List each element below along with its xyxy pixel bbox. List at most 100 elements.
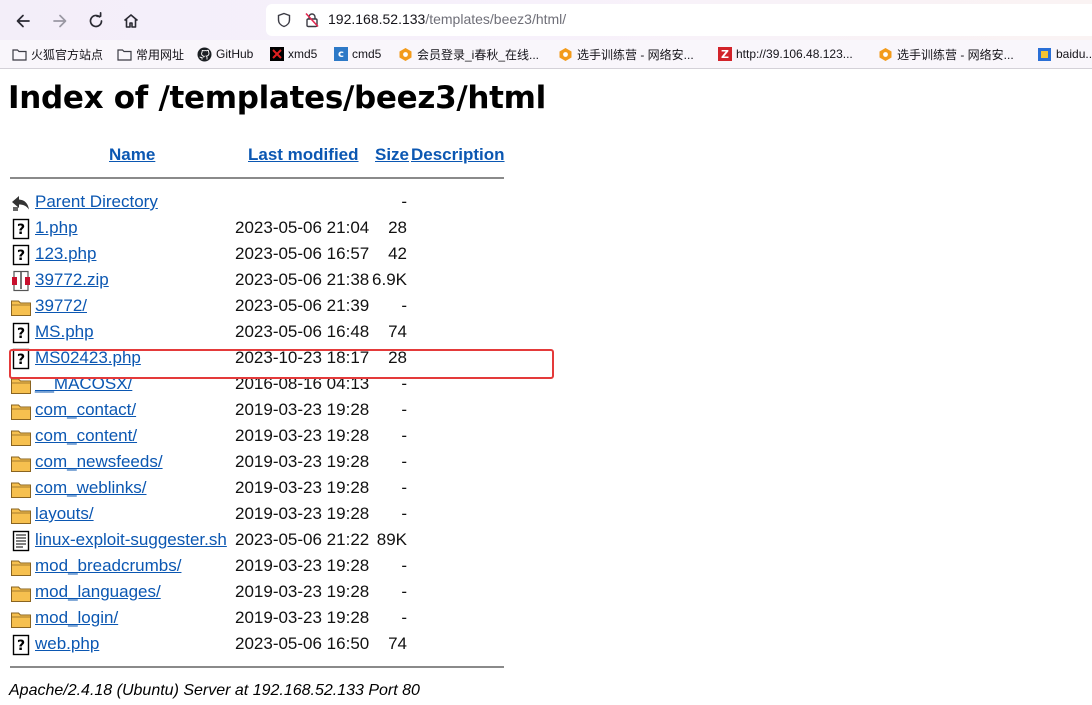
bookmark-item[interactable]: Z http://39.106.48.123... [718, 45, 853, 63]
bookmark-item[interactable]: 选手训练营 - 网络安... [558, 45, 694, 63]
file-link[interactable]: web.php [35, 634, 99, 654]
size-cell: 28 [388, 218, 407, 237]
back-icon [10, 192, 32, 214]
url-text[interactable]: 192.168.52.133/templates/beez3/html/ [328, 11, 566, 27]
file-link[interactable]: mod_breadcrumbs/ [35, 556, 181, 576]
size-cell: 6.9K [372, 270, 407, 289]
folder-icon [10, 400, 32, 422]
file-link[interactable]: 39772/ [35, 296, 87, 316]
bookmark-item[interactable]: baidu... [1037, 45, 1092, 63]
file-link[interactable]: layouts/ [35, 504, 94, 524]
github-icon [197, 47, 212, 62]
size-cell: - [401, 296, 407, 315]
last-modified-cell: 2019-03-23 19:28 [235, 582, 370, 601]
page-title: Index of /templates/beez3/html [8, 80, 546, 116]
file-link[interactable]: 39772.zip [35, 270, 109, 290]
size-cell: 89K [376, 530, 407, 549]
last-modified-cell: 2019-03-23 19:28 [235, 400, 370, 419]
xmd5-icon [270, 47, 284, 61]
bookmark-item[interactable]: 火狐官方站点 [12, 45, 103, 63]
last-modified-cell: 2019-03-23 19:28 [235, 556, 370, 575]
table-row: linux-exploit-suggester.sh 2023-05-06 21:… [10, 528, 510, 552]
size-cell: 42 [388, 244, 407, 263]
unknown-file-icon: ? [10, 218, 32, 240]
bookmark-label: 会员登录_i春秋_在线... [417, 47, 540, 62]
file-link[interactable]: com_newsfeeds/ [35, 452, 163, 472]
url-host: 192.168.52.133 [328, 11, 426, 27]
file-link[interactable]: com_contact/ [35, 400, 136, 420]
shield-icon[interactable] [276, 12, 292, 28]
size-cell: - [401, 192, 407, 211]
svg-text:?: ? [17, 222, 25, 238]
file-link[interactable]: 1.php [35, 218, 78, 238]
sort-by-last-modified-link[interactable]: Last modified [248, 145, 359, 165]
file-link[interactable]: mod_languages/ [35, 582, 161, 602]
size-cell: - [401, 478, 407, 497]
file-link[interactable]: linux-exploit-suggester.sh [35, 530, 227, 550]
size-cell: 74 [388, 634, 407, 653]
bookmark-label: xmd5 [288, 47, 318, 61]
folder-icon [10, 582, 32, 604]
sort-by-size-link[interactable]: Size [375, 145, 409, 165]
last-modified-cell: 2023-05-06 21:38 [235, 270, 370, 289]
bookmark-item[interactable]: GitHub [197, 45, 253, 63]
size-cell: - [401, 504, 407, 523]
arrow-left-icon [16, 14, 30, 28]
folder-icon [10, 452, 32, 474]
unknown-file-icon: ? [10, 322, 32, 344]
size-cell: - [401, 400, 407, 419]
baidu-icon [1037, 47, 1052, 62]
bookmark-item[interactable]: xmd5 [270, 45, 317, 63]
back-button[interactable] [10, 8, 36, 34]
unknown-file-icon: ? [10, 634, 32, 656]
folder-icon [10, 504, 32, 526]
bookmark-label: baidu... [1056, 47, 1092, 61]
table-row: mod_breadcrumbs/2019-03-23 19:28 - [10, 554, 510, 578]
url-bar[interactable]: 192.168.52.133/templates/beez3/html/ [266, 4, 1092, 36]
table-row: ? web.php 2023-05-06 16:50 74 [10, 632, 510, 656]
file-link[interactable]: mod_login/ [35, 608, 118, 628]
table-row: 39772/2023-05-06 21:39 - [10, 294, 510, 318]
size-cell: - [401, 426, 407, 445]
table-row: mod_login/2019-03-23 19:28 - [10, 606, 510, 630]
folder-icon [10, 608, 32, 630]
ichunqiu-icon [878, 47, 893, 62]
file-link[interactable]: Parent Directory [35, 192, 158, 212]
table-row: com_newsfeeds/2019-03-23 19:28 - [10, 450, 510, 474]
home-button[interactable] [118, 8, 144, 34]
bookmark-item[interactable]: 常用网址 [117, 45, 184, 63]
text-file-icon [10, 530, 32, 552]
file-link[interactable]: MS.php [35, 322, 94, 342]
bookmark-label: 选手训练营 - 网络安... [577, 47, 694, 62]
last-modified-cell: 2023-05-06 21:39 [235, 296, 370, 315]
svg-text:?: ? [17, 248, 25, 264]
page-content: Index of /templates/beez3/html Name Last… [0, 70, 1092, 705]
forward-button[interactable] [47, 8, 73, 34]
table-row: ? MS.php 2023-05-06 16:48 74 [10, 320, 510, 344]
reload-button[interactable] [83, 8, 109, 34]
browser-toolbar: 192.168.52.133/templates/beez3/html/ [0, 0, 1092, 40]
folder-icon [10, 478, 32, 500]
folder-icon [117, 47, 132, 62]
server-signature: Apache/2.4.18 (Ubuntu) Server at 192.168… [9, 682, 420, 699]
sort-by-description-link[interactable]: Description [411, 145, 505, 165]
last-modified-cell: 2023-05-06 16:57 [235, 244, 370, 263]
bookmark-item[interactable]: 选手训练营 - 网络安... [878, 45, 1014, 63]
url-path: /templates/beez3/html/ [425, 11, 567, 27]
sort-by-name-link[interactable]: Name [109, 145, 155, 165]
file-link[interactable]: 123.php [35, 244, 96, 264]
last-modified-cell: 2019-03-23 19:28 [235, 504, 370, 523]
bookmark-item[interactable]: 会员登录_i春秋_在线... [398, 45, 539, 63]
last-modified-cell: 2019-03-23 19:28 [235, 478, 370, 497]
file-link[interactable]: com_content/ [35, 426, 137, 446]
bookmark-label: 常用网址 [136, 47, 185, 62]
table-row: ? 1.php 2023-05-06 21:04 28 [10, 216, 510, 240]
bookmark-item[interactable]: c cmd5 [334, 45, 381, 63]
insecure-lock-icon[interactable] [304, 12, 320, 28]
bookmark-label: GitHub [216, 47, 254, 61]
file-link[interactable]: com_weblinks/ [35, 478, 147, 498]
bookmark-label: cmd5 [352, 47, 382, 61]
table-row: 39772.zip 2023-05-06 21:38 6.9K [10, 268, 510, 292]
bookmark-label: 选手训练营 - 网络安... [897, 47, 1014, 62]
table-row: Parent Directory - [10, 190, 510, 214]
